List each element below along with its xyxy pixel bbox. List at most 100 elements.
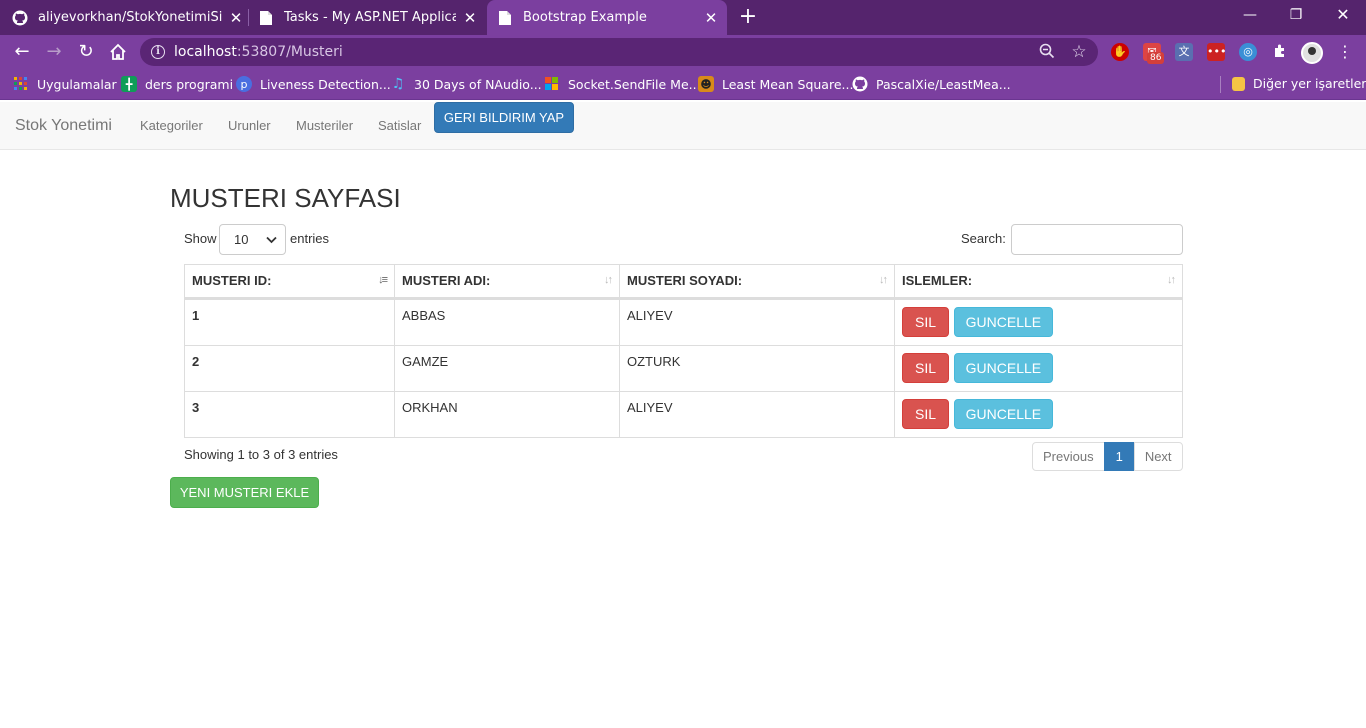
- mail-count-badge: 86: [1147, 52, 1165, 64]
- page-icon: [497, 10, 513, 26]
- sort-ascending-icon: ↓≡: [378, 274, 388, 286]
- close-icon[interactable]: ✕: [228, 9, 244, 27]
- pagination-next-button[interactable]: Next: [1133, 442, 1183, 471]
- close-icon[interactable]: ✕: [703, 9, 719, 27]
- nav-link-satislar[interactable]: Satislar: [378, 118, 421, 133]
- column-header-label: ISLEMLER:: [902, 273, 973, 288]
- new-tab-plus-icon[interactable]: +: [738, 5, 758, 29]
- page-length-value: 10: [234, 232, 249, 247]
- forward-arrow-icon[interactable]: →: [43, 41, 65, 63]
- tab-title: aliyevorkhan/StokYonetimiSistemi: [38, 10, 222, 25]
- github-icon: [852, 76, 868, 92]
- navbar-brand[interactable]: Stok Yonetimi: [15, 117, 112, 135]
- bookmark-star-icon[interactable]: ☆: [1070, 43, 1088, 61]
- other-bookmarks-label: Diğer yer işaretleri: [1253, 76, 1366, 91]
- tab-github[interactable]: aliyevorkhan/StokYonetimiSistemi ✕: [12, 0, 244, 35]
- search-label: Search:: [961, 231, 1006, 246]
- customers-table: MUSTERI ID: ↓≡ MUSTERI ADI: ↓↑ MUSTERI S…: [184, 264, 1183, 438]
- url-host: localhost: [174, 44, 237, 60]
- update-button[interactable]: GUNCELLE: [953, 353, 1054, 383]
- adblock-extension-icon[interactable]: ✋: [1111, 43, 1129, 61]
- tab-title: Bootstrap Example: [523, 10, 647, 25]
- page-title: MUSTERI SAYFASI: [170, 183, 401, 213]
- bookmark-naudio[interactable]: ♫ 30 Days of NAudio...: [390, 76, 542, 92]
- table-info: Showing 1 to 3 of 3 entries: [184, 447, 338, 462]
- cell-actions: SIL GUNCELLE: [894, 345, 1183, 392]
- bookmark-label: ders programi: [145, 76, 234, 92]
- tab-title: Tasks - My ASP.NET Application: [284, 10, 456, 25]
- pagination-previous-button[interactable]: Previous: [1032, 442, 1105, 471]
- cell-id: 3: [184, 391, 395, 438]
- cell-soyad: OZTURK: [619, 345, 895, 392]
- zoom-icon[interactable]: [1038, 43, 1056, 61]
- column-header-ad[interactable]: MUSTERI ADI: ↓↑: [394, 264, 620, 300]
- chevron-down-icon: [266, 225, 277, 256]
- sort-icon: ↓↑: [879, 274, 888, 286]
- reload-icon[interactable]: ↻: [75, 41, 97, 63]
- bookmarks-divider: [1220, 76, 1221, 93]
- tab-tasks[interactable]: Tasks - My ASP.NET Application ✕: [258, 0, 478, 35]
- bookmark-ders-programi[interactable]: ╋ ders programi: [121, 76, 233, 92]
- minimize-icon[interactable]: —: [1238, 4, 1262, 28]
- nav-link-kategoriler[interactable]: Kategoriler: [140, 118, 203, 133]
- cell-actions: SIL GUNCELLE: [894, 391, 1183, 438]
- table-header-row: MUSTERI ID: ↓≡ MUSTERI ADI: ↓↑ MUSTERI S…: [184, 264, 1183, 300]
- cell-ad: ABBAS: [394, 298, 620, 346]
- translate-extension-icon[interactable]: 文: [1175, 43, 1193, 61]
- nav-link-musteriler[interactable]: Musteriler: [296, 118, 353, 133]
- colorful-extension-icon[interactable]: ◎: [1239, 43, 1257, 61]
- tab-bootstrap-example[interactable]: Bootstrap Example ✕: [487, 0, 727, 35]
- bookmark-apps[interactable]: Uygulamalar: [13, 76, 117, 92]
- sort-icon: ↓↑: [604, 274, 613, 286]
- pagination-page-button[interactable]: 1: [1103, 442, 1135, 471]
- address-bar[interactable]: i localhost:53807/Musteri ☆: [140, 38, 1098, 66]
- browser-tabstrip: aliyevorkhan/StokYonetimiSistemi ✕ Tasks…: [0, 0, 1366, 35]
- home-icon[interactable]: [107, 41, 129, 63]
- show-label: Show: [184, 231, 217, 246]
- column-header-soyad[interactable]: MUSTERI SOYADI: ↓↑: [619, 264, 895, 300]
- add-customer-button[interactable]: YENI MUSTERI EKLE: [170, 477, 319, 508]
- extensions-puzzle-icon[interactable]: [1271, 43, 1289, 61]
- search-input[interactable]: [1011, 224, 1183, 255]
- windows-icon: [544, 76, 560, 92]
- dots-extension-icon[interactable]: •••: [1207, 43, 1226, 61]
- page-length-select[interactable]: 10: [219, 224, 286, 255]
- profile-avatar[interactable]: [1301, 42, 1323, 64]
- delete-button[interactable]: SIL: [902, 307, 950, 337]
- column-header-id[interactable]: MUSTERI ID: ↓≡: [184, 264, 395, 300]
- column-header-label: MUSTERI SOYADI:: [627, 273, 743, 288]
- window-close-icon[interactable]: ✕: [1331, 4, 1355, 28]
- cell-id: 2: [184, 345, 395, 392]
- bookmark-label: Socket.SendFile Me...: [568, 76, 701, 92]
- restore-icon[interactable]: ❐: [1284, 4, 1308, 28]
- cell-ad: GAMZE: [394, 345, 620, 392]
- bookmark-pascalxie[interactable]: PascalXie/LeastMea...: [852, 76, 1011, 92]
- close-icon[interactable]: ✕: [462, 9, 478, 27]
- bookmark-socket-sendfile[interactable]: Socket.SendFile Me...: [544, 76, 701, 92]
- other-bookmarks[interactable]: Diğer yer işaretleri: [1232, 76, 1366, 91]
- nav-link-urunler[interactable]: Urunler: [228, 118, 271, 133]
- column-header-islemler[interactable]: ISLEMLER: ↓↑: [894, 264, 1183, 300]
- update-button[interactable]: GUNCELLE: [953, 307, 1054, 337]
- site-navbar: Stok Yonetimi Kategoriler Urunler Muster…: [0, 102, 1366, 150]
- site-icon: ☻: [698, 76, 714, 92]
- page-icon: [258, 10, 274, 26]
- bookmark-label: 30 Days of NAudio...: [414, 76, 542, 92]
- url-text[interactable]: localhost:53807/Musteri: [174, 44, 343, 60]
- cell-soyad: ALIYEV: [619, 298, 895, 346]
- feedback-button[interactable]: GERI BILDIRIM YAP: [434, 102, 574, 133]
- cell-ad: ORKHAN: [394, 391, 620, 438]
- menu-kebab-icon[interactable]: ⋮: [1334, 41, 1356, 63]
- back-arrow-icon[interactable]: ←: [11, 41, 33, 63]
- delete-button[interactable]: SIL: [902, 399, 950, 429]
- update-button[interactable]: GUNCELLE: [953, 399, 1054, 429]
- bookmark-least-mean-square[interactable]: ☻ Least Mean Square...: [698, 76, 853, 92]
- tab-divider: [248, 9, 249, 26]
- github-icon: [12, 10, 28, 26]
- site-info-icon[interactable]: i: [151, 45, 165, 59]
- pagination: Previous 1 Next: [1032, 442, 1183, 471]
- delete-button[interactable]: SIL: [902, 353, 950, 383]
- table-row: 2 GAMZE OZTURK SIL GUNCELLE: [184, 345, 1183, 392]
- bookmark-liveness[interactable]: p Liveness Detection...: [236, 76, 391, 92]
- table-row: 3 ORKHAN ALIYEV SIL GUNCELLE: [184, 391, 1183, 438]
